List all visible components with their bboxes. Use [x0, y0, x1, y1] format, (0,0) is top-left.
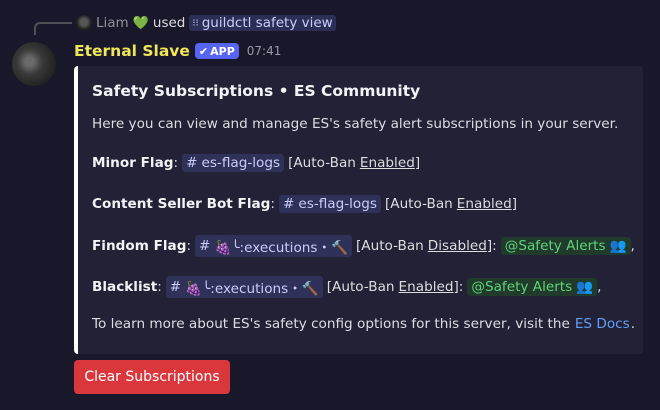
channel-hash-icon: # [169, 279, 182, 295]
embed: Safety Subscriptions • ES Community Here… [74, 66, 643, 354]
channel-mention[interactable]: # 🍇╰:executions・🔨 [165, 276, 323, 298]
author-avatar[interactable] [12, 42, 56, 86]
channel-hash-icon: # [282, 196, 295, 212]
verified-check-icon: ✔ [198, 44, 209, 58]
embed-field-findom-flag: Findom Flag: # 🍇╰:executions・🔨 [Auto-Ban D… [92, 235, 635, 257]
command-chip[interactable]: ⁝⁝ guildctl safety view [189, 15, 336, 31]
embed-title: Safety Subscriptions • ES Community [92, 82, 421, 100]
footer-text: To learn more about ES's safety config o… [92, 316, 570, 332]
embed-field-blacklist: Blacklist: # 🍇╰:executions・🔨 [Auto-Ban Ena… [92, 276, 601, 298]
auto-ban-status: Disabled [427, 238, 487, 254]
slash-command-icon: ⁝⁝ [192, 17, 199, 29]
field-label: Minor Flag [92, 155, 174, 171]
embed-field-minor-flag: Minor Flag: # es-flag-logs [Auto-Ban Enabl… [92, 154, 421, 172]
field-label: Content Seller Bot Flag [92, 196, 271, 212]
role-members-icon: 👥 [576, 279, 594, 295]
auto-ban-suffix: ] [414, 155, 421, 171]
reply-username[interactable]: Liam [96, 15, 129, 31]
auto-ban-status: Enabled [359, 155, 415, 171]
reply-reference[interactable]: Liam 💚 used ⁝⁝ guildctl safety view [76, 14, 336, 32]
auto-ban-status: Enabled [398, 279, 454, 295]
app-badge: ✔ APP [194, 43, 239, 59]
auto-ban-prefix: [Auto-Ban [326, 279, 395, 295]
auto-ban-suffix: ] [511, 196, 518, 212]
auto-ban-suffix: ]: [486, 238, 497, 254]
role-members-icon: 👥 [609, 238, 627, 254]
role-name: @Safety Alerts [471, 279, 573, 295]
embed-footer-text: To learn more about ES's safety config o… [92, 316, 635, 332]
channel-mention[interactable]: # es-flag-logs [278, 195, 381, 213]
field-label: Blacklist [92, 279, 158, 295]
channel-mention[interactable]: # 🍇╰:executions・🔨 [195, 235, 352, 257]
role-mention[interactable]: @Safety Alerts 👥 [500, 237, 631, 255]
auto-ban-prefix: [Auto-Ban [288, 155, 356, 171]
channel-mention[interactable]: # es-flag-logs [182, 154, 285, 172]
app-badge-label: APP [210, 44, 235, 58]
channel-name: 🍇╰:executions・🔨 [185, 281, 319, 297]
auto-ban-status: Enabled [456, 196, 512, 212]
reply-used-text: used [152, 15, 186, 31]
reply-emoji: 💚 [132, 15, 149, 31]
embed-description: Here you can view and manage ES's safety… [92, 116, 619, 132]
auto-ban-prefix: [Auto-Ban [384, 196, 453, 212]
clear-subscriptions-button[interactable]: Clear Subscriptions [74, 360, 230, 394]
line-tail: , [630, 238, 635, 254]
footer-period: . [630, 316, 636, 332]
es-docs-link[interactable]: ES Docs [575, 316, 630, 332]
message-header: Eternal Slave ✔ APP 07:41 [74, 41, 281, 61]
line-tail: , [597, 279, 602, 295]
role-mention[interactable]: @Safety Alerts 👥 [467, 278, 598, 296]
author-name[interactable]: Eternal Slave [74, 42, 190, 60]
channel-name: 🍇╰:executions・🔨 [214, 240, 348, 256]
role-name: @Safety Alerts [504, 238, 606, 254]
timestamp[interactable]: 07:41 [247, 44, 282, 58]
auto-ban-prefix: [Auto-Ban [355, 238, 424, 254]
reply-connector [34, 22, 72, 35]
channel-name: es-flag-logs [201, 155, 281, 171]
channel-name: es-flag-logs [298, 196, 377, 212]
reply-avatar[interactable] [76, 15, 92, 31]
embed-field-content-seller-bot-flag: Content Seller Bot Flag: # es-flag-logs [… [92, 195, 518, 213]
channel-hash-icon: # [199, 238, 211, 254]
channel-hash-icon: # [186, 155, 198, 171]
command-name: guildctl safety view [201, 15, 333, 31]
field-label: Findom Flag [92, 238, 187, 254]
auto-ban-suffix: ]: [453, 279, 464, 295]
